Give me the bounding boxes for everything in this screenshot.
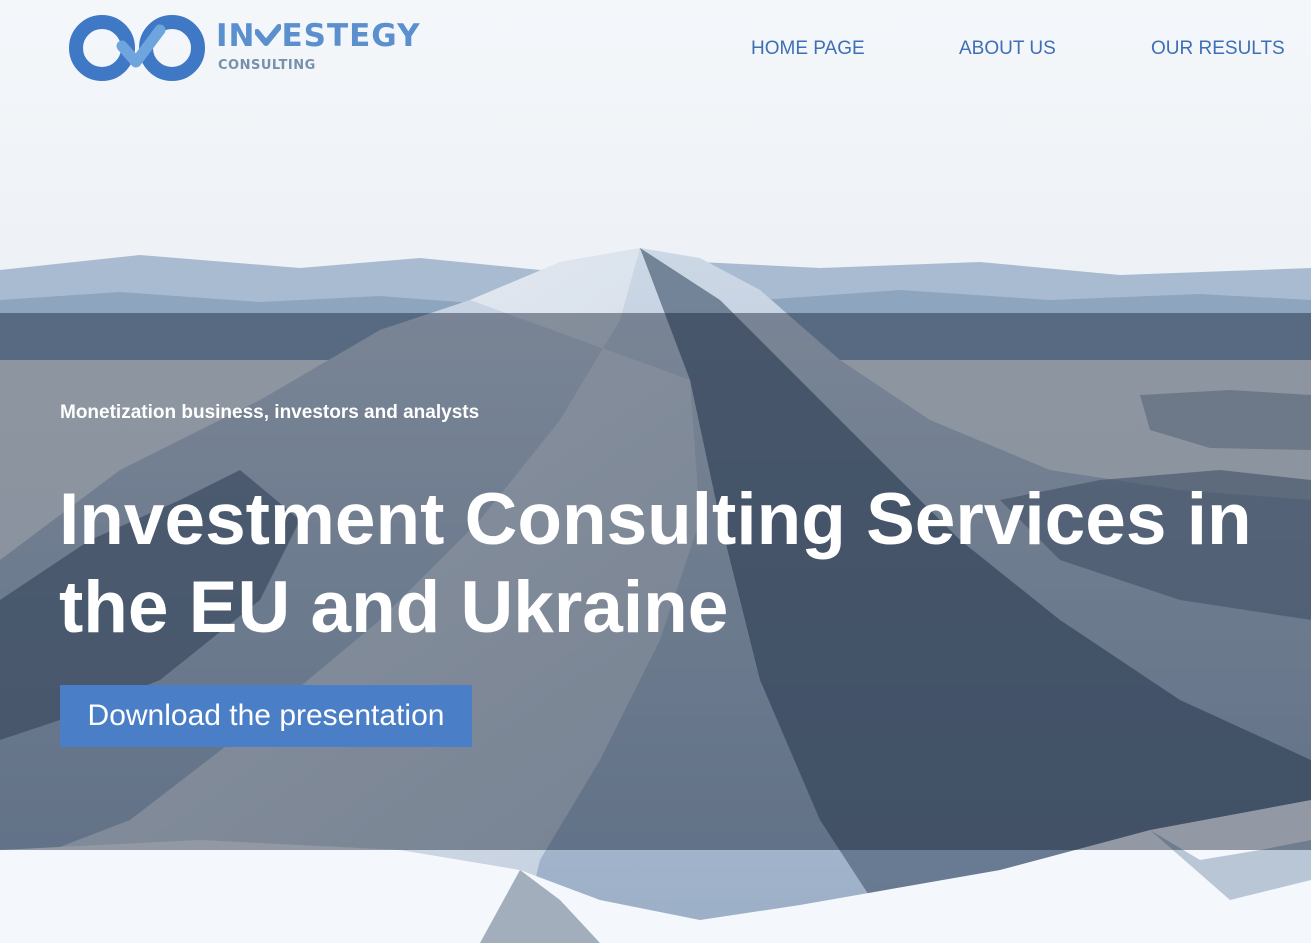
hero-tagline: Monetization business, investors and ana… — [60, 402, 480, 423]
nav-about-us[interactable]: ABOUT US — [959, 38, 1056, 60]
brand-wordmark: IN ESTEGY — [216, 18, 421, 54]
site-header: IN ESTEGY CONSULTING HOME PAGE ABOUT US O… — [0, 0, 1311, 100]
brand-wordmark-start: IN — [216, 18, 256, 54]
check-icon — [255, 24, 282, 46]
brand-subtitle: CONSULTING — [218, 58, 316, 73]
hero-headline: Investment Consulting Services in the EU… — [59, 479, 1252, 648]
brand-logo[interactable]: IN ESTEGY CONSULTING — [66, 12, 426, 84]
infinity-check-icon — [69, 15, 205, 81]
landing-page: IN ESTEGY CONSULTING HOME PAGE ABOUT US O… — [0, 0, 1311, 943]
brand-wordmark-end: ESTEGY — [281, 18, 421, 54]
nav-home-page[interactable]: HOME PAGE — [751, 38, 865, 60]
nav-our-results[interactable]: OUR RESULTS — [1151, 38, 1285, 60]
download-presentation-button[interactable]: Download the presentation — [60, 685, 472, 747]
